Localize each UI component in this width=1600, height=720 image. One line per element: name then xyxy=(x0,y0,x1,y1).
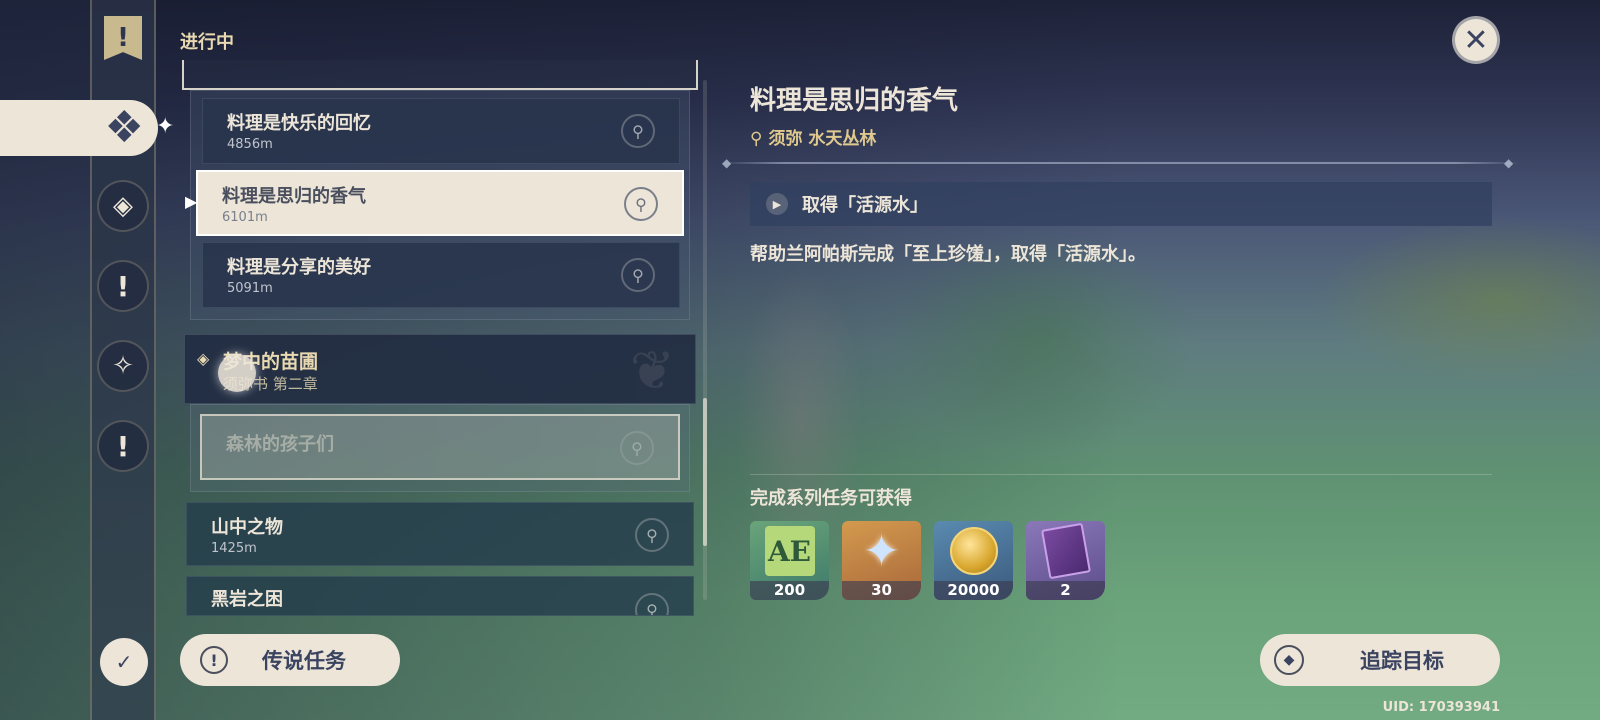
reward-adventure-exp[interactable]: AE 200 xyxy=(750,521,829,600)
divider-gem-icon: ◆ xyxy=(722,156,732,170)
all-quests-icon: ❖ xyxy=(104,102,144,153)
quest-name: 料理是快乐的回忆 xyxy=(227,113,371,134)
touch-indicator xyxy=(218,354,256,392)
reward-book[interactable]: 2 xyxy=(1026,521,1105,600)
location-pin-icon[interactable]: ⚲ xyxy=(620,431,654,465)
track-objective-button[interactable]: ◆ 追踪目标 xyxy=(1260,634,1500,686)
rewards-row: AE 200 ✦ 30 20000 2 xyxy=(750,521,1105,600)
tab-archon-quests[interactable]: ◈ xyxy=(97,180,149,232)
book-icon xyxy=(1040,522,1091,580)
location-pin-icon[interactable]: ⚲ xyxy=(621,258,655,292)
quest-description: 帮助兰阿帕斯完成「至上珍馐」，取得「活源水」。 xyxy=(750,244,1146,265)
reward-count: 20000 xyxy=(934,581,1013,600)
quest-name: 山中之物 xyxy=(211,517,283,538)
quest-distance: 4856m xyxy=(227,137,273,152)
close-icon: ✕ xyxy=(1463,22,1489,58)
mora-coin-icon xyxy=(949,527,998,575)
exclamation-icon: ! xyxy=(200,646,228,674)
section-label-in-progress: 进行中 xyxy=(180,32,234,53)
legend-quest-button[interactable]: ! 传说任务 xyxy=(180,634,400,686)
tab-world-quests[interactable]: ✧ xyxy=(97,340,149,392)
quest-distance: 1425m xyxy=(211,541,257,556)
archon-quest-icon: ◈ xyxy=(113,191,133,221)
location-pin-icon[interactable]: ⚲ xyxy=(624,187,658,221)
chevron-right-icon: ▶ xyxy=(766,193,788,215)
quest-name: 料理是分享的美好 xyxy=(227,257,371,278)
tab-all-quests[interactable]: ❖ xyxy=(0,100,158,156)
list-item-selected[interactable]: 料理是思归的香气 6101m ⚲ xyxy=(196,170,684,236)
section-divider xyxy=(720,162,1520,164)
legend-quest-icon: ! xyxy=(116,269,130,303)
quest-distance: 6101m xyxy=(222,210,268,225)
check-badge-icon: ✓ xyxy=(115,650,133,674)
tab-legend-quests[interactable]: ! xyxy=(97,260,149,312)
list-item[interactable]: 料理是分享的美好 5091m ⚲ xyxy=(202,242,680,308)
legend-quest-label: 传说任务 xyxy=(262,649,346,673)
world-quest-icon: ✧ xyxy=(112,351,134,381)
reward-count: 2 xyxy=(1026,581,1105,600)
reward-divider xyxy=(750,474,1492,475)
player-uid: UID: 170393941 xyxy=(1382,700,1500,715)
location-pin-icon[interactable]: ⚲ xyxy=(635,593,669,615)
divider-gem-icon: ◆ xyxy=(1504,156,1514,170)
quest-name: 森林的孩子们 xyxy=(226,434,334,455)
tree-emblem-icon: ❦ xyxy=(629,339,675,402)
chapter-header[interactable]: ◈ 梦中的苗圃 须弥书 第二章 ❦ xyxy=(184,334,696,404)
quest-name: 料理是思归的香气 xyxy=(222,186,366,207)
location-pin-icon: ⚲ xyxy=(750,129,763,149)
quest-detail-title: 料理是思归的香气 xyxy=(750,86,959,116)
quest-group-card-top[interactable] xyxy=(182,60,698,90)
quest-location: ⚲ 须弥 水天丛林 xyxy=(750,124,876,149)
commission-icon: ! xyxy=(116,429,130,463)
reward-primogem[interactable]: ✦ 30 xyxy=(842,521,921,600)
list-item[interactable]: 料理是快乐的回忆 4856m ⚲ xyxy=(202,98,680,164)
chapter-diamond-icon: ◈ xyxy=(197,349,210,368)
quest-name: 黑岩之困 xyxy=(211,589,283,610)
objective-text: 取得「活源水」 xyxy=(802,195,928,216)
quest-settings-button[interactable]: ✓ xyxy=(100,638,148,686)
location-pin-icon[interactable]: ⚲ xyxy=(621,114,655,148)
list-item[interactable]: 黑岩之困 ⚲ xyxy=(186,576,694,616)
reward-mora[interactable]: 20000 xyxy=(934,521,1013,600)
quest-distance: 5091m xyxy=(227,281,273,296)
quest-location-text: 须弥 水天丛林 xyxy=(768,129,877,149)
quest-objective[interactable]: ▶ 取得「活源水」 xyxy=(750,182,1492,226)
sparkle-icon: ✦ xyxy=(156,114,175,139)
target-diamond-icon: ◆ xyxy=(1274,645,1304,675)
adventure-exp-icon: AE xyxy=(764,526,815,576)
rewards-label: 完成系列任务可获得 xyxy=(750,488,912,509)
track-objective-label: 追踪目标 xyxy=(1360,649,1444,673)
primogem-icon: ✦ xyxy=(863,525,900,577)
reward-count: 30 xyxy=(842,581,921,600)
tab-commissions[interactable]: ! xyxy=(97,420,149,472)
location-pin-icon[interactable]: ⚲ xyxy=(635,518,669,552)
quest-list-scrollbar[interactable] xyxy=(703,398,707,546)
reward-count: 200 xyxy=(750,581,829,600)
list-item-locked[interactable]: 森林的孩子们 ⚲ xyxy=(200,414,680,480)
list-item[interactable]: 山中之物 1425m ⚲ xyxy=(186,502,694,566)
close-button[interactable]: ✕ xyxy=(1452,16,1500,64)
